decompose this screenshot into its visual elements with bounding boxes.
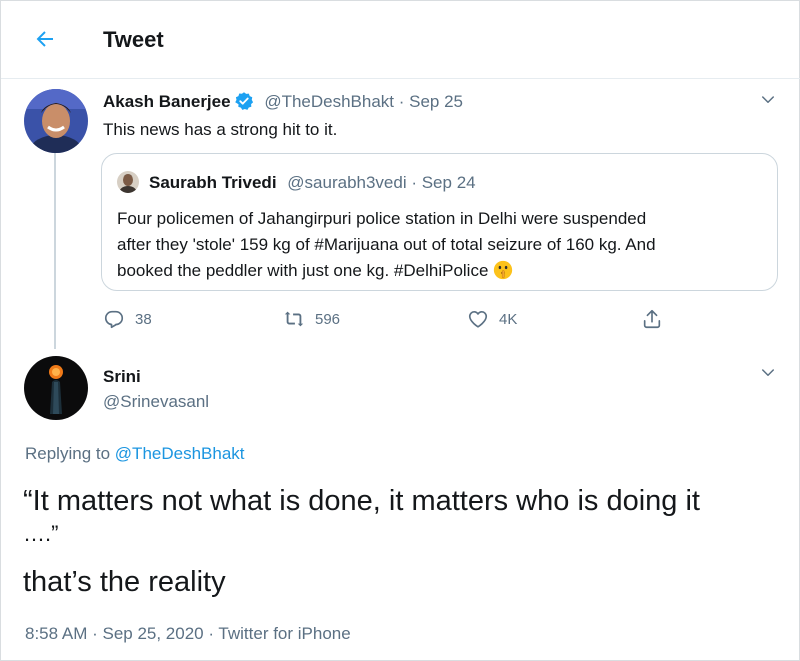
thread-line	[54, 153, 56, 349]
quoted-tweet-header: Saurabh Trivedi @saurabh3vedi · Sep 24	[149, 173, 476, 193]
share-icon	[643, 309, 661, 329]
reply-count: 38	[135, 310, 152, 328]
quoted-line-2: after they 'stole' 159 kg of #Marijuana …	[117, 235, 656, 254]
share-button[interactable]	[641, 306, 673, 332]
parent-tweet-header: Akash Banerjee @TheDeshBhakt · Sep 25	[103, 91, 463, 112]
back-button[interactable]	[27, 21, 63, 57]
tweet-page: Tweet Akash Banerjee @TheDeshBhakt · Sep…	[0, 0, 800, 661]
avatar-image	[117, 171, 139, 193]
retweet-button[interactable]: 596	[283, 306, 340, 332]
reply-icon	[104, 310, 124, 329]
avatar-image	[24, 356, 88, 420]
more-options-button[interactable]	[759, 91, 779, 111]
avatar-srini[interactable]	[24, 356, 88, 420]
page-title: Tweet	[103, 27, 164, 52]
tweet-timestamp[interactable]: 8:58 AM · Sep 25, 2020 · Twitter for iPh…	[25, 624, 351, 644]
replying-handle-link[interactable]: @TheDeshBhakt	[115, 444, 245, 463]
reply-button[interactable]: 38	[103, 306, 152, 332]
quoted-handle-date: @saurabh3vedi · Sep 24	[287, 173, 476, 192]
avatar-akash[interactable]	[24, 89, 88, 153]
main-tweet-line-2: ….”	[23, 521, 59, 546]
parent-tweet-text: This news has a strong hit to it.	[103, 120, 338, 139]
main-tweet-line-3: that’s the reality	[23, 566, 226, 598]
like-count: 4K	[499, 310, 518, 328]
page-header: Tweet	[1, 1, 800, 79]
more-options-button-main[interactable]	[759, 364, 779, 384]
quoted-author-name: Saurabh Trivedi	[149, 173, 277, 192]
shushing-face-emoji	[493, 260, 513, 280]
main-author-name[interactable]: Srini	[103, 367, 141, 387]
avatar-image	[24, 89, 88, 153]
like-button[interactable]: 4K	[467, 306, 517, 332]
back-arrow-icon	[36, 31, 53, 47]
main-tweet-line-1: “It matters not what is done, it matters…	[23, 485, 700, 517]
quoted-line-3: booked the peddler with just one kg. #De…	[117, 261, 489, 280]
main-author-handle[interactable]: @Srinevasanl	[103, 392, 209, 412]
handle-date[interactable]: @TheDeshBhakt · Sep 25	[264, 92, 463, 111]
chevron-down-icon	[762, 369, 774, 376]
quoted-tweet-text: Four policemen of Jahangirpuri police st…	[117, 206, 767, 284]
retweet-icon	[284, 311, 304, 327]
verified-badge-icon	[234, 92, 253, 110]
replying-prefix: Replying to	[25, 444, 111, 463]
quoted-line-1: Four policemen of Jahangirpuri police st…	[117, 209, 647, 228]
avatar-saurabh	[117, 171, 139, 193]
author-name[interactable]: Akash Banerjee	[103, 92, 231, 111]
retweet-count: 596	[315, 310, 341, 328]
like-icon	[468, 311, 488, 328]
replying-to: Replying to @TheDeshBhakt	[25, 444, 245, 464]
chevron-down-icon	[762, 96, 774, 103]
